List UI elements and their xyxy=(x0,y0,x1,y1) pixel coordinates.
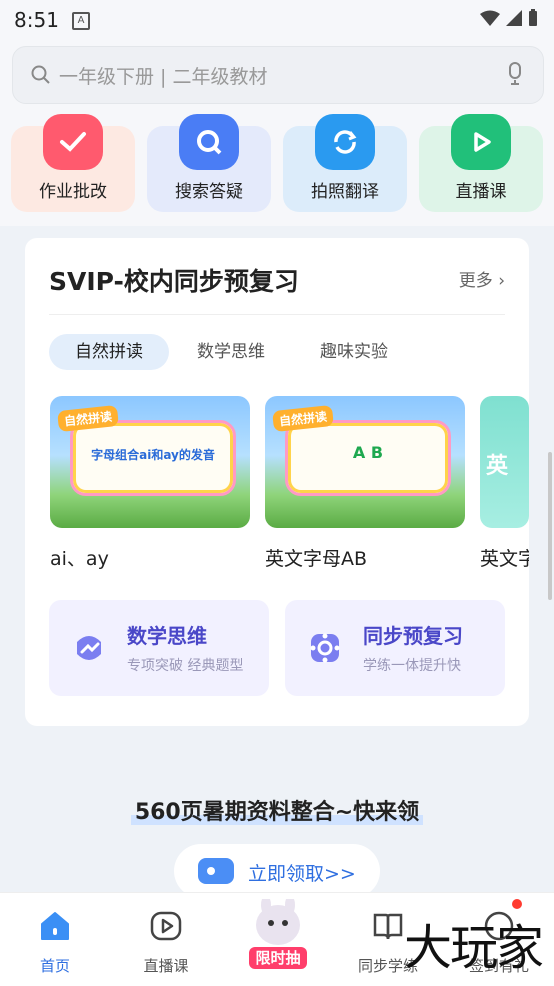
tab-math-thinking[interactable]: 数学思维 xyxy=(171,334,291,370)
quick-action-label: 作业批改 xyxy=(39,182,107,202)
video-thumbnail[interactable]: 字母组合ai和ay的发音 自然拼读 xyxy=(50,396,250,528)
video-camera-icon xyxy=(198,858,234,884)
board-text: 字母组合ai和ay的发音 xyxy=(91,448,215,462)
quick-action-search[interactable]: 搜索答疑 xyxy=(147,114,271,212)
sync-review-card: SVIP-校内同步预复习 更多 › 自然拼读 数学思维 趣味实验 字母组合ai和… xyxy=(25,238,529,726)
quick-action-label: 直播课 xyxy=(455,182,507,202)
video-caption[interactable]: 英文字 xyxy=(480,544,529,571)
video-thumbnail[interactable]: 英 xyxy=(480,396,529,528)
signal-icon xyxy=(506,10,522,26)
quick-action-label: 拍照翻译 xyxy=(311,182,379,202)
sync-review-icon xyxy=(310,633,340,663)
check-icon xyxy=(43,114,103,170)
board-text: 英 xyxy=(486,454,509,479)
feature-title: 同步预复习 xyxy=(363,624,463,648)
tab-label: 首页 xyxy=(39,957,70,975)
status-time: 8:51 xyxy=(14,8,59,32)
tab-live[interactable]: 直播课 xyxy=(111,893,221,986)
status-icons xyxy=(480,9,538,27)
more-label: 更多 xyxy=(458,271,493,291)
microphone-icon[interactable] xyxy=(507,62,523,86)
live-play-icon xyxy=(150,911,182,941)
quick-action-live[interactable]: 直播课 xyxy=(419,114,543,212)
search-icon xyxy=(31,65,50,84)
tab-fun-experiment[interactable]: 趣味实验 xyxy=(294,334,414,370)
board-text: A B xyxy=(352,443,384,462)
quick-action-label: 搜索答疑 xyxy=(175,182,243,202)
claim-button[interactable]: 立即领取>> xyxy=(174,844,380,898)
tab-home[interactable]: 首页 xyxy=(0,893,110,986)
scrollbar[interactable] xyxy=(548,452,552,600)
tab-lottery[interactable]: 限时抽 xyxy=(222,893,332,986)
video-caption[interactable]: ai、ay xyxy=(50,544,109,571)
search-placeholder: 一年级下册 | 二年级教材 xyxy=(59,66,268,88)
promo-title: 560页暑期资料整合~快来领 xyxy=(0,794,554,826)
search-q-icon xyxy=(179,114,239,170)
math-thinking-icon xyxy=(77,636,101,660)
home-icon xyxy=(41,912,69,940)
quick-action-translate[interactable]: 拍照翻译 xyxy=(283,114,407,212)
section-title: SVIP-校内同步预复习 xyxy=(49,267,299,296)
divider xyxy=(49,314,505,315)
claim-label: 立即领取>> xyxy=(248,863,356,885)
feature-title: 数学思维 xyxy=(127,624,207,648)
video-caption[interactable]: 英文字母AB xyxy=(265,544,367,571)
book-icon xyxy=(373,913,403,940)
feature-math-thinking[interactable]: 数学思维 专项突破 经典题型 xyxy=(49,600,269,696)
tab-label: 直播课 xyxy=(143,957,189,975)
translate-icon xyxy=(315,114,375,170)
feature-subtitle: 学练一体提升快 xyxy=(363,658,461,674)
battery-icon xyxy=(529,9,537,26)
notification-icon: A xyxy=(72,12,90,30)
lottery-badge: 限时抽 xyxy=(249,947,307,969)
feature-subtitle: 专项突破 经典题型 xyxy=(127,658,244,674)
tab-phonics[interactable]: 自然拼读 xyxy=(49,334,169,370)
search-bar[interactable]: 一年级下册 | 二年级教材 xyxy=(12,46,544,104)
feature-sync-review[interactable]: 同步预复习 学练一体提升快 xyxy=(285,600,505,696)
status-bar: 8:51 A xyxy=(0,0,554,38)
wifi-icon xyxy=(480,10,500,26)
quick-action-homework[interactable]: 作业批改 xyxy=(11,114,135,212)
thumbnail-board: 字母组合ai和ay的发音 xyxy=(70,420,236,496)
mascot-icon xyxy=(256,899,300,945)
play-icon xyxy=(451,114,511,170)
thumbnail-board: A B xyxy=(285,420,451,496)
more-link[interactable]: 更多 › xyxy=(459,266,505,291)
watermark: 大玩家 xyxy=(403,920,544,976)
chevron-right-icon: › xyxy=(498,271,505,291)
video-thumbnail[interactable]: A B 自然拼读 xyxy=(265,396,465,528)
promo-title-text: 560页暑期资料整合~快来领 xyxy=(130,800,424,825)
